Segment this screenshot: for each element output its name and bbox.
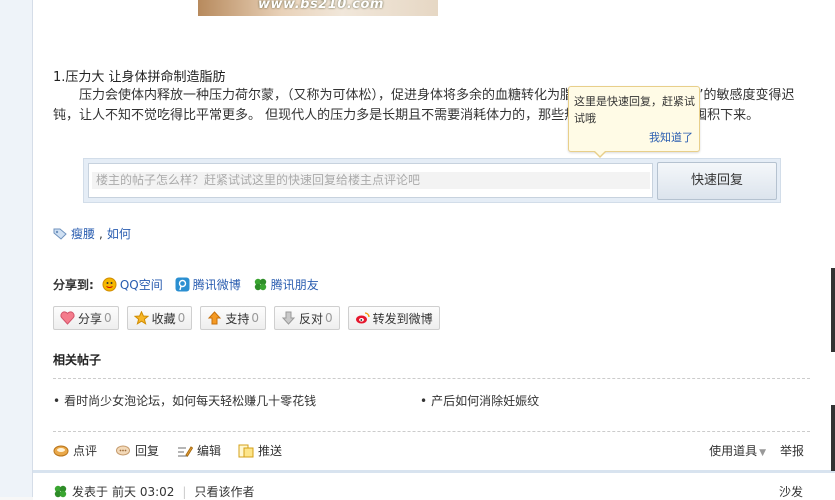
divider	[53, 378, 810, 379]
tooltip-text: 这里是快速回复，赶紧试试哦	[574, 95, 695, 125]
left-rail	[0, 0, 33, 497]
tencent-friends-icon	[254, 278, 266, 291]
qzone-icon	[102, 277, 117, 292]
tag-icon	[53, 228, 67, 240]
thumb-up-icon	[208, 311, 222, 325]
support-count: 0	[251, 311, 259, 325]
meta-separator: |	[182, 484, 187, 499]
share-button-label: 分享	[78, 311, 103, 326]
image-watermark: www.bs210.com	[258, 0, 384, 12]
favorite-count: 0	[177, 311, 186, 325]
favorite-button[interactable]: 收藏 0	[126, 306, 193, 330]
share-button[interactable]: 分享 0	[53, 306, 119, 330]
chevron-down-icon: ▼	[759, 448, 766, 458]
quick-reply-box: 楼主的帖子怎么样？赶紧试试这里的快速回复给楼主点评论吧 快速回复	[83, 158, 781, 203]
push-icon	[238, 444, 254, 457]
quick-reply-tooltip: 这里是快速回复，赶紧试试哦 我知道了	[568, 86, 700, 158]
related-post-link[interactable]: 看时尚少女泡论坛，如何每天轻松赚几十零花钱	[64, 394, 316, 408]
support-button[interactable]: 支持 0	[200, 306, 266, 330]
posted-prefix: 发表于	[72, 485, 109, 499]
share-count: 0	[104, 311, 112, 325]
edit-label: 编辑	[197, 444, 222, 458]
share-label: 分享到:	[53, 278, 94, 292]
favorite-button-label: 收藏	[151, 311, 176, 326]
oppose-count: 0	[324, 311, 333, 325]
share-tencent-friends-label[interactable]: 腾讯朋友	[271, 276, 319, 293]
quick-reply-placeholder[interactable]: 楼主的帖子怎么样？赶紧试试这里的快速回复给楼主点评论吧	[92, 172, 650, 189]
share-tencent-weibo[interactable]: 腾讯微博	[175, 276, 241, 293]
share-qzone[interactable]: QQ空间	[102, 276, 163, 293]
tag-list: 瘦腰, 如何	[53, 225, 131, 242]
share-row: 分享到: QQ空间 腾讯微博 腾讯朋友	[53, 276, 331, 293]
support-button-label: 支持	[225, 311, 250, 326]
divider	[53, 431, 810, 432]
weibo-icon	[355, 312, 370, 324]
oppose-button-label: 反对	[298, 311, 323, 326]
forward-to-weibo-button[interactable]: 转发到微博	[347, 306, 440, 330]
tag-link[interactable]: 瘦腰	[71, 225, 95, 242]
floor-label: 沙发	[778, 485, 803, 499]
push-button[interactable]: 推送	[238, 442, 282, 459]
post-action-bar: 点评 回复 编辑 推送 使用道具 ▼ 举报	[53, 442, 810, 458]
reply-icon	[116, 445, 130, 455]
use-tools-menu[interactable]: 使用道具 ▼	[709, 442, 766, 459]
tooltip-arrow-inner	[594, 150, 606, 156]
edit-icon	[178, 445, 193, 457]
forward-to-weibo-label: 转发到微博	[372, 311, 433, 326]
post-image: www.bs210.com	[198, 0, 438, 16]
edit-button[interactable]: 编辑	[177, 442, 221, 459]
post-actions: 分享 0 收藏 0 支持 0 反对 0 转发到微博	[53, 306, 440, 330]
share-tencent-weibo-label[interactable]: 腾讯微博	[193, 276, 241, 293]
author-only-link[interactable]: 只看该作者	[194, 483, 254, 500]
section-title: 1.压力大 让身体拼命制造脂肪	[53, 70, 226, 85]
comment-icon	[53, 445, 69, 456]
oppose-button[interactable]: 反对 0	[273, 306, 340, 330]
comment-button[interactable]: 点评	[53, 442, 97, 459]
related-posts-title: 相关帖子	[53, 353, 102, 367]
posted-time: 前天 03:02	[112, 485, 175, 499]
right-edge-strip	[831, 405, 835, 471]
next-post-header: 发表于 前天 03:02 | 只看该作者 沙发	[33, 470, 835, 500]
related-post-item[interactable]: • 看时尚少女泡论坛，如何每天轻松赚几十零花钱	[53, 392, 316, 409]
tag-separator: ,	[99, 226, 103, 241]
use-tools-label: 使用道具	[709, 444, 758, 458]
share-qzone-label[interactable]: QQ空间	[120, 276, 163, 293]
related-post-item[interactable]: • 产后如何消除妊娠纹	[420, 392, 539, 409]
related-post-link[interactable]: 产后如何消除妊娠纹	[431, 394, 539, 408]
post-meta: 发表于 前天 03:02 | 只看该作者	[53, 483, 254, 500]
thumb-down-icon	[281, 311, 296, 325]
quick-reply-button[interactable]: 快速回复	[657, 162, 777, 200]
tencent-weibo-icon	[175, 277, 190, 292]
tag-link[interactable]: 如何	[107, 225, 131, 242]
push-label: 推送	[258, 444, 283, 458]
reply-label: 回复	[135, 444, 160, 458]
reply-button[interactable]: 回复	[115, 442, 159, 459]
share-tencent-friends[interactable]: 腾讯朋友	[253, 276, 319, 293]
right-edge-strip	[831, 268, 835, 352]
heart-icon	[60, 311, 75, 325]
comment-label: 点评	[73, 444, 98, 458]
star-icon	[133, 311, 149, 325]
quick-reply-input[interactable]: 楼主的帖子怎么样？赶紧试试这里的快速回复给楼主点评论吧	[88, 163, 653, 198]
tooltip-dismiss-link[interactable]: 我知道了	[649, 129, 693, 145]
report-link[interactable]: 举报	[780, 442, 804, 459]
